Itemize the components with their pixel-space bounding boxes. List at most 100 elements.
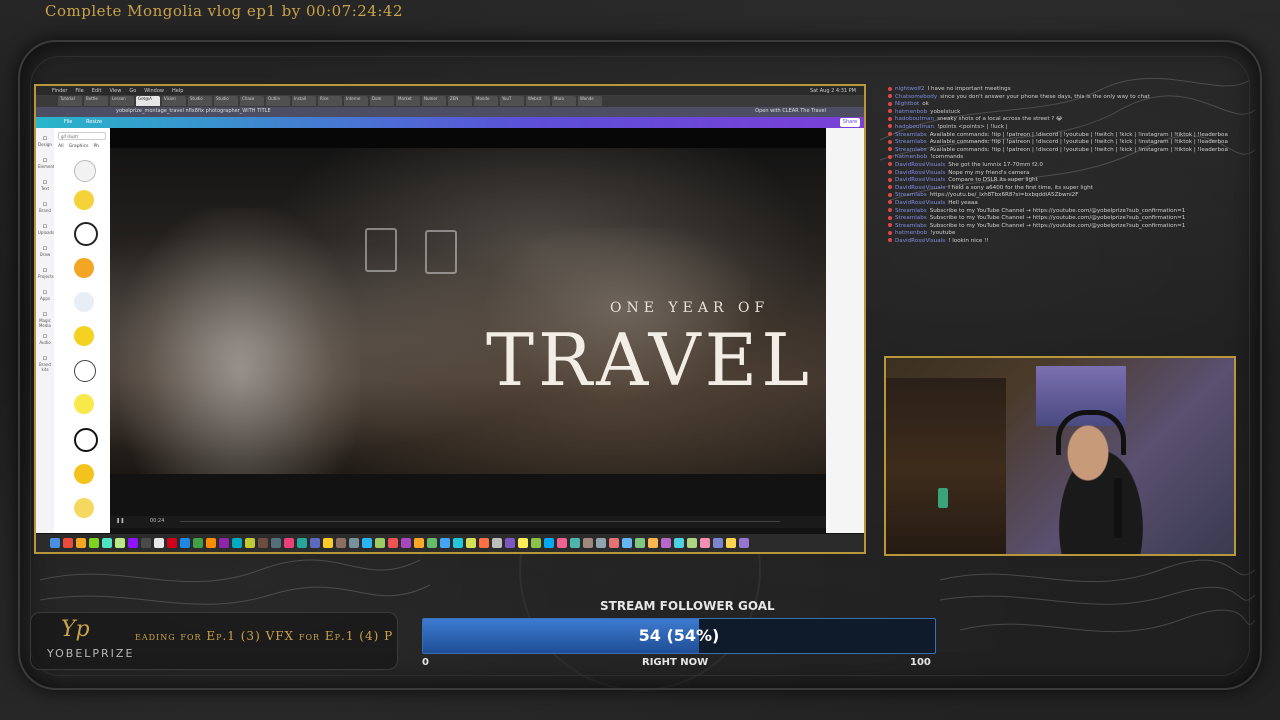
sidebar-item-text[interactable]: ▫ Text	[38, 178, 52, 191]
browser-tab[interactable]: Market	[396, 96, 420, 106]
dock-app-icon[interactable]	[388, 538, 398, 548]
chat-username[interactable]: Streamlabs	[895, 147, 927, 153]
browser-tab[interactable]: Tutorial	[58, 96, 82, 106]
lightbulb-graphic[interactable]	[74, 292, 94, 312]
lightbulb-graphic[interactable]	[74, 394, 94, 414]
dock-app-icon[interactable]	[219, 538, 229, 548]
dock-app-icon[interactable]	[271, 538, 281, 548]
dock-app-icon[interactable]	[648, 538, 658, 548]
chat-username[interactable]: Nightbot	[895, 101, 919, 107]
dock-app-icon[interactable]	[310, 538, 320, 548]
video-preview[interactable]: ONE YEAR OF TRAVEL	[110, 128, 826, 474]
menu-finder[interactable]: Finder	[52, 88, 67, 94]
lightbulb-graphic[interactable]	[74, 222, 98, 246]
chat-username[interactable]: DavidRossiVisuals	[895, 200, 945, 206]
dock-app-icon[interactable]	[661, 538, 671, 548]
browser-tab[interactable]: Rise	[318, 96, 342, 106]
lightbulb-graphic[interactable]	[74, 190, 94, 210]
chat-username[interactable]: hatmenbob	[895, 154, 927, 160]
open-with-link[interactable]: Open with CLEAR The Travel	[755, 108, 826, 114]
panel-tab-photos[interactable]: Ph	[93, 144, 99, 149]
dock-app-icon[interactable]	[479, 538, 489, 548]
browser-tab[interactable]: Dom	[370, 96, 394, 106]
canva-share-button[interactable]: Share	[840, 118, 860, 127]
browser-tab[interactable]: Websit	[526, 96, 550, 106]
browser-tab[interactable]: YouT	[500, 96, 524, 106]
sidebar-item-elements[interactable]: ▫ Elements	[38, 156, 57, 169]
dock-app-icon[interactable]	[596, 538, 606, 548]
address-url[interactable]: yobelprize_montage_travel nflx8fix photo…	[116, 108, 271, 114]
dock-app-icon[interactable]	[258, 538, 268, 548]
chat-username[interactable]: Streamlabs	[895, 192, 927, 198]
dock-app-icon[interactable]	[50, 538, 60, 548]
address-bar[interactable]: yobelprize_montage_travel nflx8fix photo…	[36, 107, 864, 117]
chat-username[interactable]: hatmenbob	[895, 109, 927, 115]
lightbulb-graphic[interactable]	[74, 498, 94, 518]
lightbulb-graphic[interactable]	[74, 160, 96, 182]
play-pause-icon[interactable]: ❚❚	[116, 518, 124, 524]
sidebar-item-uploads[interactable]: ▫ Uploads	[38, 222, 54, 235]
dock-app-icon[interactable]	[206, 538, 216, 548]
menu-go[interactable]: Go	[129, 88, 136, 94]
chat-username[interactable]: Streamlabs	[895, 208, 927, 214]
canva-resize-button[interactable]: Resize	[86, 119, 102, 125]
browser-tab[interactable]: Bottle	[84, 96, 108, 106]
dock-app-icon[interactable]	[401, 538, 411, 548]
dock-app-icon[interactable]	[635, 538, 645, 548]
chat-username[interactable]: DavidRossiVisuals	[895, 170, 945, 176]
chat-username[interactable]: hadoboutman	[895, 124, 934, 130]
menu-view[interactable]: View	[109, 88, 121, 94]
chat-username[interactable]: hatmenbob	[895, 230, 927, 236]
dock-app-icon[interactable]	[570, 538, 580, 548]
chat-username[interactable]: DavidRossiVisuals	[895, 185, 945, 191]
chat-username[interactable]: hadoboutman	[895, 116, 934, 122]
dock-app-icon[interactable]	[609, 538, 619, 548]
dock-app-icon[interactable]	[687, 538, 697, 548]
sidebar-item-magic-media[interactable]: ▫ Magic Media	[38, 310, 52, 328]
dock-app-icon[interactable]	[63, 538, 73, 548]
sidebar-item-draw[interactable]: ▫ Draw	[38, 244, 52, 257]
browser-tab[interactable]: Wonde	[578, 96, 602, 106]
chat-username[interactable]: DavidRossiVisuals	[895, 162, 945, 168]
chat-username[interactable]: DavidRossiVisuals	[895, 238, 945, 244]
dock-app-icon[interactable]	[89, 538, 99, 548]
dock-app-icon[interactable]	[713, 538, 723, 548]
chat-username[interactable]: DavidRossiVisuals	[895, 177, 945, 183]
lightbulb-graphic[interactable]	[74, 326, 94, 346]
sidebar-item-apps[interactable]: ▫ Apps	[38, 288, 52, 301]
lightbulb-graphic[interactable]	[74, 258, 94, 278]
dock-app-icon[interactable]	[284, 538, 294, 548]
lightbulb-graphic[interactable]	[74, 360, 96, 382]
dock-app-icon[interactable]	[557, 538, 567, 548]
dock-app-icon[interactable]	[583, 538, 593, 548]
browser-tab[interactable]: Maro	[552, 96, 576, 106]
browser-tab[interactable]: Studio	[188, 96, 212, 106]
dock-app-icon[interactable]	[414, 538, 424, 548]
dock-app-icon[interactable]	[167, 538, 177, 548]
sidebar-item-audio[interactable]: ▫ Audio	[38, 332, 52, 345]
chat-username[interactable]: nightwolf2	[895, 86, 924, 92]
lightbulb-graphic[interactable]	[74, 428, 98, 452]
dock-app-icon[interactable]	[323, 538, 333, 548]
dock-app-icon[interactable]	[232, 538, 242, 548]
browser-tab[interactable]: Get@A	[136, 96, 160, 106]
dock-app-icon[interactable]	[492, 538, 502, 548]
menu-help[interactable]: Help	[172, 88, 183, 94]
dock-app-icon[interactable]	[76, 538, 86, 548]
menu-window[interactable]: Window	[144, 88, 164, 94]
browser-tab[interactable]: Chase	[240, 96, 264, 106]
dock-app-icon[interactable]	[180, 538, 190, 548]
browser-tab[interactable]: Lesson	[110, 96, 134, 106]
browser-tab[interactable]: Outlin	[266, 96, 290, 106]
dock-app-icon[interactable]	[193, 538, 203, 548]
dock-app-icon[interactable]	[453, 538, 463, 548]
dock-app-icon[interactable]	[726, 538, 736, 548]
menu-edit[interactable]: Edit	[92, 88, 102, 94]
browser-tab[interactable]: Vision	[162, 96, 186, 106]
browser-tab[interactable]: Interne	[344, 96, 368, 106]
video-progress-track[interactable]	[180, 521, 780, 522]
dock-app-icon[interactable]	[440, 538, 450, 548]
sidebar-item-brand-kits[interactable]: ▫ Brand kits	[38, 354, 52, 372]
dock-app-icon[interactable]	[141, 538, 151, 548]
panel-tab-all[interactable]: All	[58, 144, 64, 149]
